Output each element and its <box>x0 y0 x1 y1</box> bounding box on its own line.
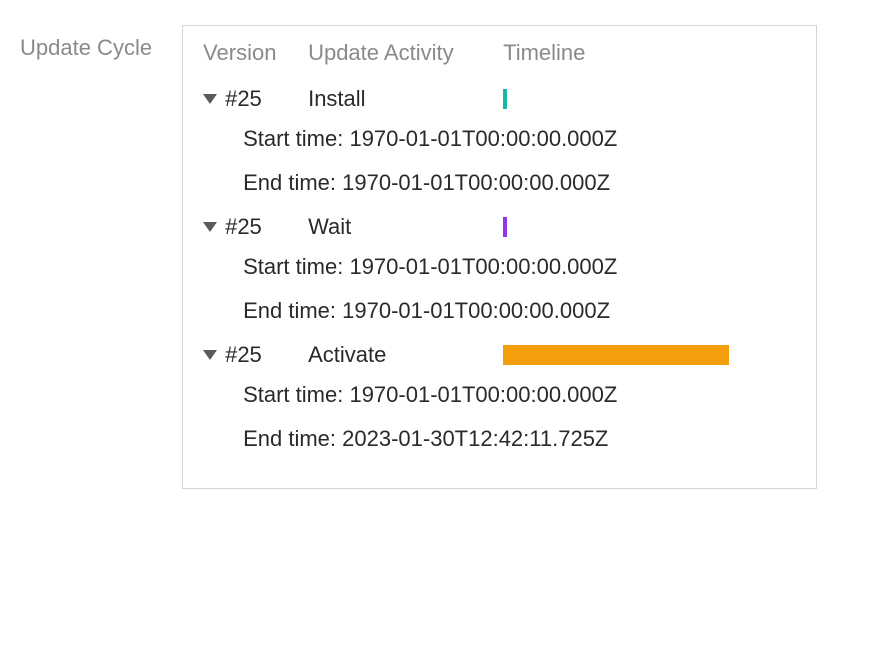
col-header-activity: Update Activity <box>308 40 503 66</box>
chevron-down-icon <box>203 350 217 360</box>
row-toggle[interactable]: #25 <box>203 342 308 368</box>
start-time-value: 1970-01-01T00:00:00.000Z <box>349 382 617 407</box>
end-time-label: End time: <box>243 170 336 195</box>
start-time-value: 1970-01-01T00:00:00.000Z <box>349 126 617 151</box>
version-cell: #25 <box>225 86 262 112</box>
end-time-value: 1970-01-01T00:00:00.000Z <box>342 170 610 195</box>
activity-cell: Activate <box>308 342 503 368</box>
timeline-cell <box>503 88 796 110</box>
end-time-value: 2023-01-30T12:42:11.725Z <box>342 426 608 451</box>
col-header-timeline: Timeline <box>503 40 796 66</box>
row-toggle[interactable]: #25 <box>203 86 308 112</box>
row-details: Start time: 1970-01-01T00:00:00.000Z End… <box>203 382 796 452</box>
start-time-value: 1970-01-01T00:00:00.000Z <box>349 254 617 279</box>
update-cycle-panel: Version Update Activity Timeline #25 Ins… <box>182 25 817 489</box>
activity-cell: Wait <box>308 214 503 240</box>
chevron-down-icon <box>203 222 217 232</box>
end-time-value: 1970-01-01T00:00:00.000Z <box>342 298 610 323</box>
section-label: Update Cycle <box>20 25 152 61</box>
timeline-cell <box>503 216 796 238</box>
row-details: Start time: 1970-01-01T00:00:00.000Z End… <box>203 254 796 324</box>
col-header-version: Version <box>203 40 308 66</box>
chevron-down-icon <box>203 94 217 104</box>
table-row: #25 Wait Start time: 1970-01-01T00:00:00… <box>203 214 796 324</box>
start-time-label: Start time: <box>243 254 343 279</box>
row-details: Start time: 1970-01-01T00:00:00.000Z End… <box>203 126 796 196</box>
end-time-label: End time: <box>243 298 336 323</box>
activity-cell: Install <box>308 86 503 112</box>
version-cell: #25 <box>225 214 262 240</box>
start-time-label: Start time: <box>243 126 343 151</box>
table-header: Version Update Activity Timeline <box>203 40 796 66</box>
timeline-bar <box>503 345 729 365</box>
timeline-cell <box>503 344 796 366</box>
row-toggle[interactable]: #25 <box>203 214 308 240</box>
version-cell: #25 <box>225 342 262 368</box>
start-time-label: Start time: <box>243 382 343 407</box>
timeline-bar <box>503 89 507 109</box>
table-row: #25 Activate Start time: 1970-01-01T00:0… <box>203 342 796 452</box>
timeline-bar <box>503 217 507 237</box>
table-row: #25 Install Start time: 1970-01-01T00:00… <box>203 86 796 196</box>
end-time-label: End time: <box>243 426 336 451</box>
